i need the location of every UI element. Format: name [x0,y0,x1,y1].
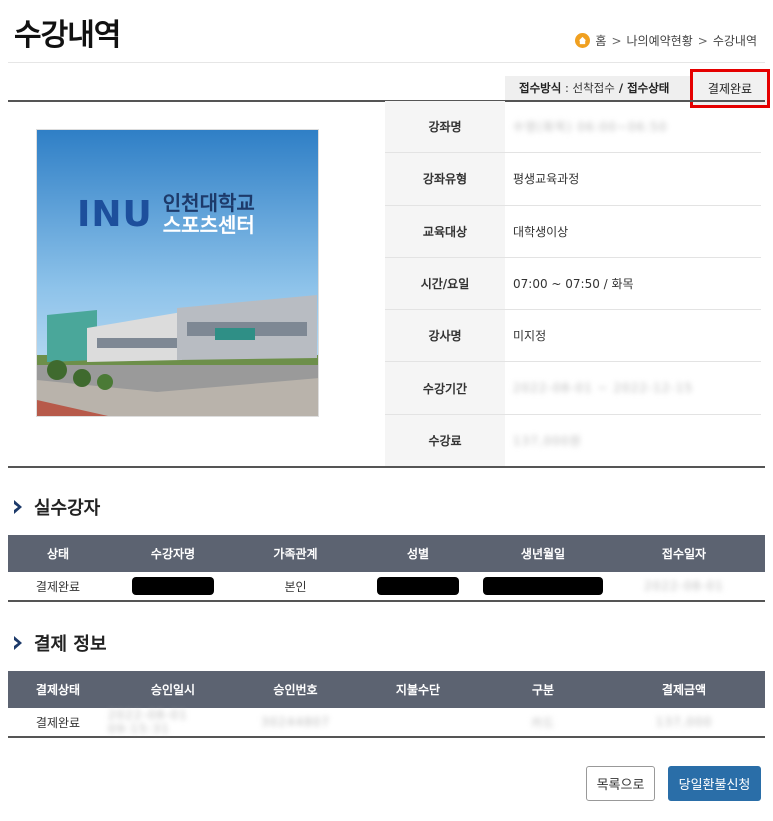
column-header: 가족관계 [273,547,318,561]
chevron-right-icon [14,636,22,650]
section-title-text: 실수강자 [34,498,101,519]
method-cell [353,708,483,736]
type-value: 카드 [530,715,556,730]
course-detail-table: 강좌명 수영(화목) 06:00~06:50 강좌유형 평생교육과정 교육대상 … [385,101,761,468]
detail-label: 강사명 [385,310,505,362]
breadcrumb-home[interactable]: 홈 [595,32,606,49]
chevron-right-icon [14,500,22,514]
column-header: 상태 [46,547,70,561]
period-value: 2022-08-01 ~ 2022-12-15 [513,381,694,396]
birthdate-cell [483,572,603,600]
reg-date-cell: 2022-08-01 [603,572,765,600]
detail-row-instructor: 강사명 미지정 [385,310,761,363]
detail-label: 교육대상 [385,205,505,257]
column-header: 승인번호 [273,683,318,697]
course-name-value: 수영(화목) 06:00~06:50 [513,120,668,135]
home-icon[interactable] [575,33,591,48]
payment-section-title: 결제 정보 [12,630,107,656]
detail-label: 시간/요일 [385,257,505,310]
detail-row-period: 수강기간 2022-08-01 ~ 2022-12-15 [385,362,761,415]
redaction [377,577,459,595]
type-cell: 카드 [483,708,603,736]
back-to-list-button[interactable]: 목록으로 [586,766,655,801]
approved-at-value: 2022-08-01 09:15:31 [108,708,188,736]
detail-row-course-name: 강좌명 수영(화목) 06:00~06:50 [385,101,761,154]
logo-line-2: 스포츠센터 [162,213,255,237]
approval-no-cell: 30244807 [238,708,353,736]
table-header: 결제상태 승인일시 승인번호 지불수단 구분 결제금액 [8,671,765,708]
detail-label: 강좌명 [385,101,505,153]
relation-cell: 본인 [284,579,307,594]
section-title-text: 결제 정보 [34,634,107,655]
detail-label: 수강료 [385,414,505,468]
detail-row-target: 교육대상 대학생이상 [385,205,761,258]
table-header: 상태 수강자명 가족관계 성별 생년월일 접수일자 [8,535,765,572]
logo-line-1: 인천대학교 [162,191,255,215]
method-value: 선착접수 [572,81,615,95]
table-row: 결제완료 2022-08-01 09:15:31 30244807 카드 137… [8,708,765,738]
detail-value: 137,000원 [505,415,761,467]
method-label: 접수방식 [519,81,562,95]
column-header: 생년월일 [520,547,566,561]
inu-logo: INU [77,193,153,235]
detail-value: 수영(화목) 06:00~06:50 [505,101,761,152]
divider [8,62,765,63]
detail-label: 강좌유형 [385,153,505,205]
breadcrumb-my-reservations[interactable]: 나의예약현황 [627,32,693,49]
approved-at-cell: 2022-08-01 09:15:31 [108,708,238,736]
column-header: 수강자명 [150,547,196,561]
gender-cell [353,572,483,600]
detail-row-time: 시간/요일 07:00 ~ 07:50 / 화목 [385,257,761,311]
divider [8,466,765,468]
redaction [132,577,214,595]
detail-value: 대학생이상 [513,224,569,239]
amount-value: 137,000 [655,715,713,729]
logo-text: INU 인천대학교 스포츠센터 [77,192,255,236]
detail-row-fee: 수강료 137,000원 [385,414,761,468]
course-image: INU 인천대학교 스포츠센터 [36,129,319,417]
column-header: 결제상태 [35,683,81,697]
redaction [483,577,603,595]
same-day-refund-button[interactable]: 당일환불신청 [668,766,761,801]
detail-value: 2022-08-01 ~ 2022-12-15 [505,362,761,413]
column-header: 구분 [531,683,555,697]
amount-cell: 137,000 [603,708,765,736]
logo-subtitle: 인천대학교 스포츠센터 [163,192,255,236]
attendee-section-title: 실수강자 [12,494,100,520]
breadcrumb-separator: > [611,33,622,48]
approval-no-value: 30244807 [260,715,331,729]
payment-table: 결제상태 승인일시 승인번호 지불수단 구분 결제금액 결제완료 2022-08… [8,671,765,738]
breadcrumb-separator: > [697,33,708,48]
breadcrumb: 홈 > 나의예약현황 > 수강내역 [575,32,757,49]
detail-value: 평생교육과정 [513,172,580,187]
fee-value: 137,000원 [513,434,582,449]
column-header: 승인일시 [150,683,196,697]
detail-row-course-type: 강좌유형 평생교육과정 [385,153,761,206]
breadcrumb-current: 수강내역 [712,34,757,48]
detail-value: 미지정 [513,329,547,344]
column-header: 결제금액 [661,683,707,697]
detail-label: 수강기간 [385,362,505,414]
reg-date-value: 2022-08-01 [644,579,724,593]
page-title: 수강내역 [14,18,121,53]
colon: : [561,81,573,95]
name-cell [108,572,238,600]
table-row: 결제완료 본인 2022-08-01 [8,572,765,602]
status-label: 접수상태 [627,81,670,95]
slash: / [614,81,628,95]
attendee-table: 상태 수강자명 가족관계 성별 생년월일 접수일자 결제완료 본인 2022-0… [8,535,765,602]
detail-value: 07:00 ~ 07:50 / 화목 [513,277,634,292]
status-cell: 결제완료 [35,579,81,594]
column-header: 접수일자 [661,547,707,561]
column-header: 지불수단 [395,683,441,697]
payment-status-cell: 결제완료 [35,715,81,730]
column-header: 성별 [406,547,430,561]
